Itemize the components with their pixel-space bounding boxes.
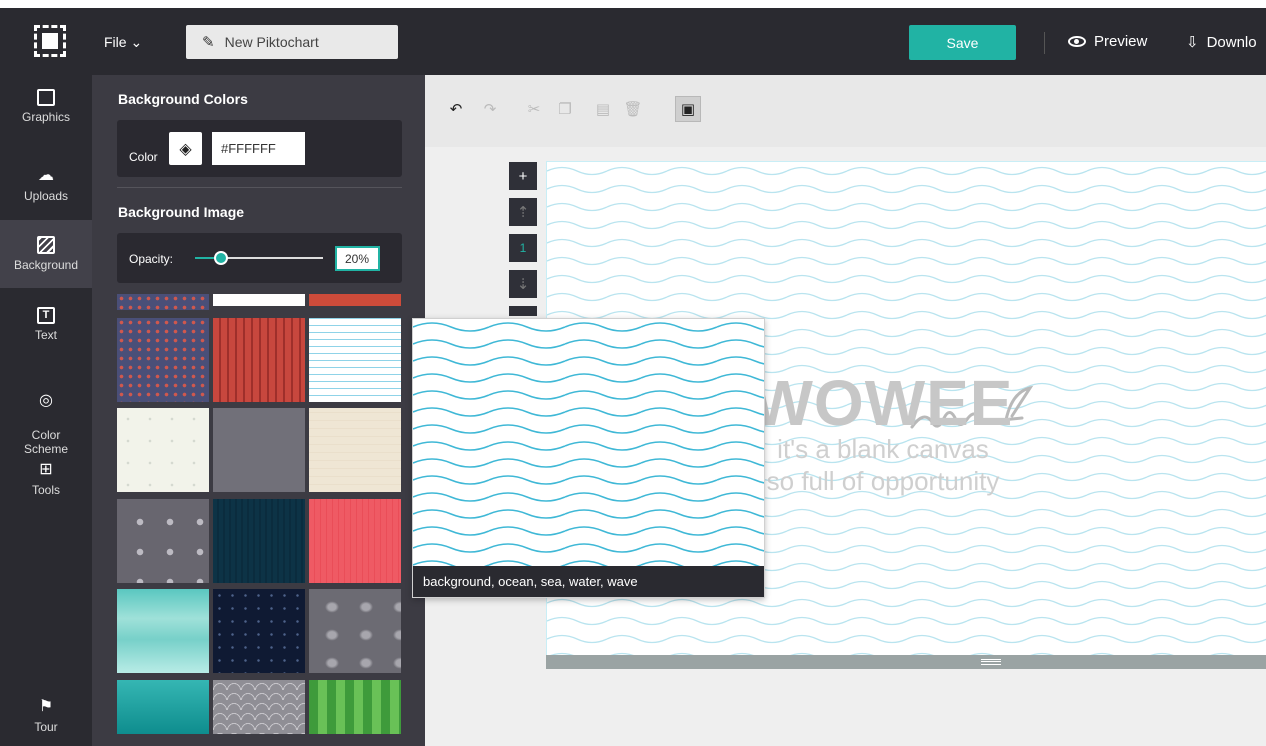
download-label: Downlo — [1206, 33, 1257, 51]
toolbox-icon: ⊞ — [39, 461, 53, 478]
preview-tags-caption: background, ocean, sea, water, wave — [413, 566, 764, 597]
download-button[interactable]: ⇩ Downlo — [1186, 33, 1257, 52]
eye-icon — [1068, 36, 1086, 47]
move-down-icon[interactable]: ⇣ — [509, 270, 537, 298]
snap-to-grid-icon[interactable]: ▣ — [675, 96, 701, 122]
sidebar-item-label: Background — [13, 258, 79, 272]
opacity-row: Opacity: — [117, 233, 402, 283]
trash-icon[interactable]: 🗑 — [620, 96, 646, 122]
opacity-slider-handle[interactable] — [213, 251, 228, 265]
background-thumbnail[interactable] — [213, 318, 305, 402]
copy-icon[interactable]: ❐ — [552, 96, 578, 122]
file-menu-label: File — [104, 34, 127, 50]
sidebar-item-tools[interactable]: ⊞ Tools — [0, 461, 92, 513]
block-number: 1 — [509, 234, 537, 262]
color-row: Color ◈ — [117, 120, 402, 177]
background-thumbnail[interactable] — [117, 408, 209, 492]
background-thumbnail[interactable] — [213, 499, 305, 583]
paint-bucket-icon[interactable]: ◈ — [169, 132, 202, 165]
background-thumbnail[interactable] — [309, 680, 401, 734]
sidebar-item-color-scheme[interactable]: ◎ Color Scheme — [0, 378, 92, 456]
top-bar: File ⌄ ✎ New Piktochart Save Preview ⇩ D… — [0, 0, 1266, 75]
download-icon: ⇩ — [1186, 34, 1199, 51]
sidebar-item-label: Tour — [34, 720, 58, 734]
sidebar-item-label: Text — [34, 328, 57, 342]
background-thumbnail[interactable] — [309, 294, 401, 310]
sidebar-item-label: Graphics — [21, 110, 71, 124]
background-thumbnail[interactable] — [213, 408, 305, 492]
add-block-icon[interactable]: + — [509, 162, 537, 190]
preview-button[interactable]: Preview — [1068, 33, 1147, 50]
color-label: Color — [129, 150, 158, 164]
background-thumbnail[interactable] — [309, 589, 401, 673]
image-icon — [37, 89, 55, 106]
file-menu[interactable]: File ⌄ — [104, 34, 142, 51]
background-thumbnail[interactable] — [117, 499, 209, 583]
document-title-field[interactable]: ✎ New Piktochart — [186, 25, 398, 59]
background-thumbnail[interactable] — [117, 318, 209, 402]
background-colors-heading: Background Colors — [118, 91, 248, 107]
background-panel: Background Colors Color ◈ Background Ima… — [92, 75, 425, 746]
hex-color-input[interactable] — [212, 132, 305, 165]
palette-icon: ◎ — [39, 392, 53, 409]
toolbar-divider — [1044, 32, 1045, 54]
save-button[interactable]: Save — [909, 25, 1016, 60]
document-title: New Piktochart — [224, 34, 319, 50]
cloud-upload-icon: ☁ — [38, 167, 54, 184]
wave-pattern-preview — [413, 319, 764, 567]
pencil-icon: ✎ — [202, 34, 215, 51]
move-up-icon[interactable]: ⇡ — [509, 198, 537, 226]
background-thumbnail[interactable] — [117, 589, 209, 673]
left-nav-bar: Graphics ☁ Uploads Background T Text ◎ C… — [0, 75, 92, 746]
background-preview-tooltip: background, ocean, sea, water, wave — [412, 318, 765, 598]
background-thumbnail[interactable] — [117, 294, 209, 310]
background-thumbnail[interactable] — [309, 499, 401, 583]
text-box-icon: T — [37, 307, 55, 324]
background-thumbnail[interactable] — [213, 589, 305, 673]
sidebar-item-background[interactable]: Background — [0, 220, 92, 288]
preview-label: Preview — [1094, 33, 1148, 50]
drag-handle-icon[interactable] — [981, 659, 1001, 665]
sidebar-item-label: Tools — [31, 483, 60, 497]
opacity-label: Opacity: — [129, 252, 174, 266]
paste-icon[interactable]: ▤ — [590, 96, 616, 122]
block-tools: + ⇡ 1 ⇣ — [509, 162, 537, 324]
background-thumbnail-wave[interactable] — [309, 318, 401, 402]
background-image-heading: Background Image — [118, 204, 245, 220]
edit-toolbar: ↶ ↷ ✂ ❐ ▤ 🗑 ▣ — [425, 75, 1266, 147]
background-thumbnail[interactable] — [309, 408, 401, 492]
sidebar-item-text[interactable]: T Text — [0, 307, 92, 359]
piktochart-logo-icon[interactable] — [34, 25, 66, 57]
block-menu-icon[interactable] — [509, 306, 537, 316]
chevron-down-icon: ⌄ — [130, 34, 143, 50]
signpost-icon: ⚑ — [38, 698, 54, 715]
background-thumbnail[interactable] — [213, 680, 305, 734]
background-thumbnail[interactable] — [117, 680, 209, 734]
sidebar-item-uploads[interactable]: ☁ Uploads — [0, 167, 92, 219]
hatch-icon — [37, 236, 55, 254]
undo-icon[interactable]: ↶ — [443, 96, 469, 122]
sidebar-item-label: Color Scheme — [23, 428, 69, 456]
canvas-resize-bar[interactable] — [546, 655, 1266, 669]
wave-preview-image — [413, 319, 764, 567]
sidebar-item-label: Uploads — [23, 189, 69, 203]
panel-divider — [117, 187, 402, 188]
opacity-input[interactable] — [335, 246, 380, 271]
sidebar-item-tour[interactable]: ⚑ Tour — [0, 698, 92, 746]
redo-icon[interactable]: ↷ — [477, 96, 503, 122]
sidebar-item-graphics[interactable]: Graphics — [0, 89, 92, 141]
cut-icon[interactable]: ✂ — [521, 96, 547, 122]
background-thumbnail[interactable] — [213, 294, 305, 310]
